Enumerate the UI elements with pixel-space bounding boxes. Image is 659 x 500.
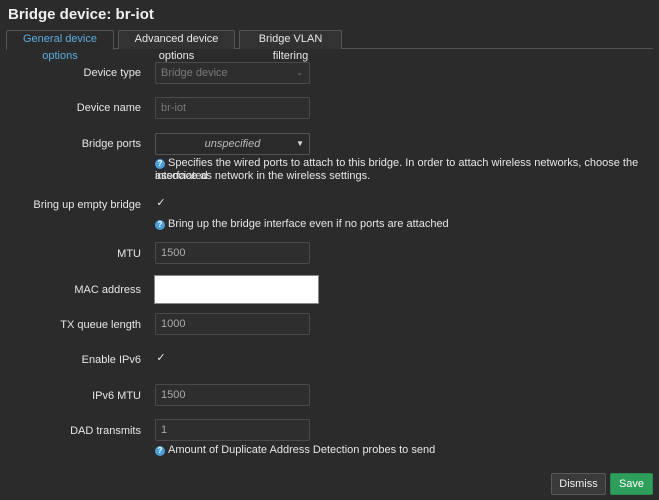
tab-advanced-device-options[interactable]: Advanced device options [118,30,235,62]
question-circle-icon: ? [155,220,165,230]
dismiss-button[interactable]: Dismiss [551,473,606,495]
tx-queue-length-label: TX queue length [60,319,141,331]
bridge-ports-value: unspecified [204,138,261,150]
enable-ipv6-label: Enable IPv6 [81,354,141,366]
mtu-label: MTU [117,248,141,260]
device-type-select: Bridge device ⌄ [155,62,310,84]
save-button[interactable]: Save [610,473,653,495]
mac-address-input[interactable] [154,275,319,304]
bridge-ports-label: Bridge ports [81,138,141,150]
dad-transmits-help-text: Amount of Duplicate Address Detection pr… [168,444,436,456]
tx-queue-length-input[interactable]: 1000 [155,313,310,335]
tab-bridge-vlan-filtering[interactable]: Bridge VLAN filtering [239,30,342,62]
bring-up-empty-bridge-help-text: Bring up the bridge interface even if no… [168,218,449,230]
dialog-title: Bridge device: br-iot [8,6,154,23]
device-type-label: Device type [83,67,141,79]
mtu-input[interactable]: 1500 [155,242,310,264]
question-circle-icon: ? [155,159,165,169]
bring-up-empty-bridge-checkbox[interactable]: ✓ [155,197,167,209]
bring-up-empty-bridge-help: ? Bring up the bridge interface even if n… [155,218,449,231]
dad-transmits-input[interactable]: 1 [155,419,310,441]
device-name-input: br-iot [155,97,310,119]
bridge-ports-dropdown[interactable]: unspecified ▼ [155,133,310,155]
tab-general-device-options[interactable]: General device options [6,30,114,62]
ipv6-mtu-label: IPv6 MTU [92,390,141,402]
bridge-ports-help-line2: interface as network in the wireless set… [155,170,371,182]
device-type-value: Bridge device [161,67,228,79]
chevron-down-icon: ⌄ [296,68,303,77]
bring-up-empty-bridge-label: Bring up empty bridge [33,199,141,211]
question-circle-icon: ? [155,446,165,456]
device-name-label: Device name [76,102,141,114]
mac-address-label: MAC address [74,284,141,296]
ipv6-mtu-input[interactable]: 1500 [155,384,310,406]
checkmark-icon: ✓ [156,352,166,364]
checkmark-icon: ✓ [156,197,166,209]
caret-down-icon: ▼ [296,139,304,148]
dad-transmits-label: DAD transmits [70,425,141,437]
enable-ipv6-checkbox[interactable]: ✓ [155,352,167,364]
tab-bar: General device options Advanced device o… [6,30,653,62]
dad-transmits-help: ? Amount of Duplicate Address Detection p… [155,444,435,457]
